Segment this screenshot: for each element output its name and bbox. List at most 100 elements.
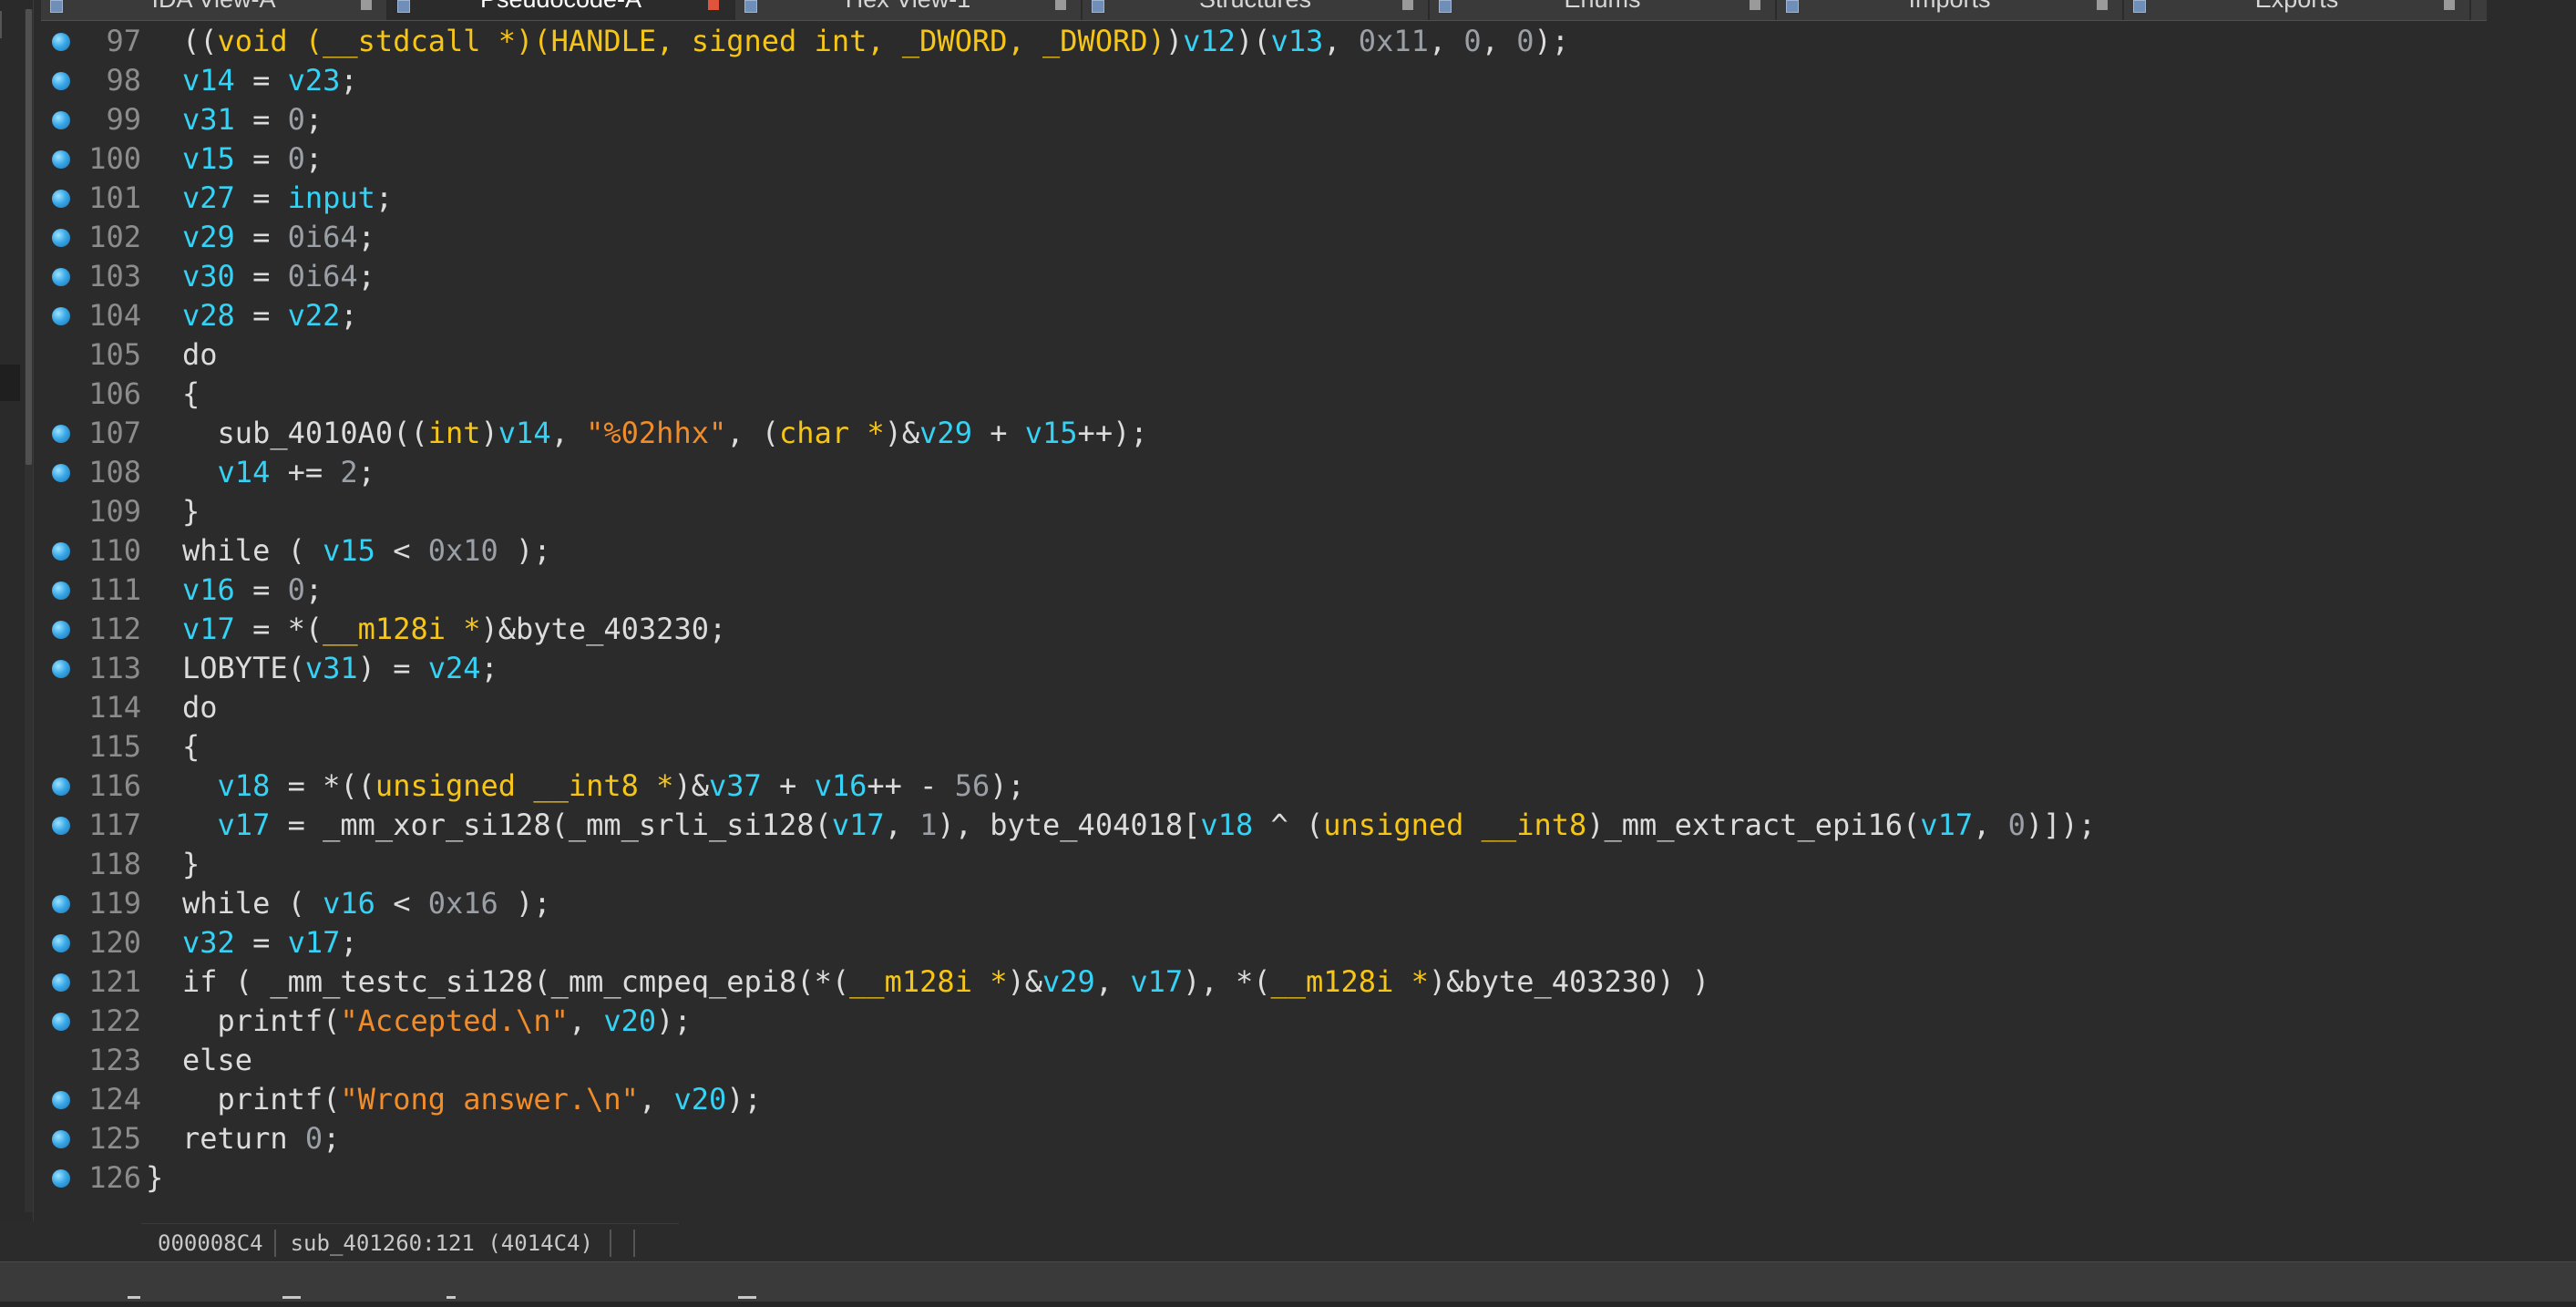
- code-line[interactable]: 117 v17 = _mm_xor_si128(_mm_srli_si128(v…: [41, 806, 2556, 845]
- code-line[interactable]: 122 printf("Accepted.\n", v20);: [41, 1002, 2556, 1041]
- tab-pseudocode-a[interactable]: Pseudocode-A: [388, 0, 735, 20]
- tab-close-icon[interactable]: [1402, 0, 1413, 10]
- tab-close-icon[interactable]: [2097, 0, 2108, 10]
- tab-close-icon[interactable]: [1055, 0, 1066, 10]
- line-code[interactable]: if ( _mm_testc_si128(_mm_cmpeq_epi8(*(__…: [182, 962, 1709, 1002]
- code-line[interactable]: 112 v17 = *(__m128i *)&byte_403230;: [41, 610, 2556, 649]
- breakpoint-dot-icon[interactable]: [52, 621, 70, 639]
- breakpoint-dot-icon[interactable]: [52, 1169, 70, 1188]
- code-line[interactable]: 107 sub_4010A0((int)v14, "%02hhx", (char…: [41, 414, 2556, 453]
- line-code[interactable]: v17 = _mm_xor_si128(_mm_srli_si128(v17, …: [182, 806, 2096, 845]
- line-code[interactable]: v14 += 2;: [182, 453, 375, 492]
- breakpoint-dot-icon[interactable]: [52, 1130, 70, 1148]
- line-code[interactable]: v15 = 0;: [182, 139, 323, 179]
- code-line[interactable]: 114 do: [41, 688, 2556, 727]
- tab-exports[interactable]: Exports: [2124, 0, 2471, 20]
- tab-close-icon[interactable]: [1750, 0, 1760, 10]
- line-code[interactable]: v31 = 0;: [182, 100, 323, 139]
- line-code[interactable]: v29 = 0i64;: [182, 218, 375, 257]
- code-line[interactable]: 124 printf("Wrong answer.\n", v20);: [41, 1080, 2556, 1119]
- code-line[interactable]: 101 v27 = input;: [41, 179, 2556, 218]
- breakpoint-dot-icon[interactable]: [52, 229, 70, 247]
- breakpoint-dot-icon[interactable]: [52, 777, 70, 796]
- tab-close-icon[interactable]: [361, 0, 372, 10]
- line-code[interactable]: {: [182, 375, 200, 414]
- code-line[interactable]: 108 v14 += 2;: [41, 453, 2556, 492]
- breakpoint-dot-icon[interactable]: [52, 268, 70, 286]
- line-code[interactable]: do: [182, 688, 218, 727]
- line-code[interactable]: v16 = 0;: [182, 571, 323, 610]
- breakpoint-dot-icon[interactable]: [52, 464, 70, 482]
- breakpoint-dot-icon[interactable]: [52, 190, 70, 208]
- breakpoint-dot-icon[interactable]: [52, 817, 70, 835]
- line-code[interactable]: }: [182, 845, 200, 884]
- code-line[interactable]: 111 v16 = 0;: [41, 571, 2556, 610]
- code-line[interactable]: 125 return 0;: [41, 1119, 2556, 1158]
- line-code[interactable]: else: [182, 1041, 252, 1080]
- line-code[interactable]: v17 = *(__m128i *)&byte_403230;: [182, 610, 726, 649]
- line-code[interactable]: }: [182, 492, 200, 531]
- breakpoint-dot-icon[interactable]: [52, 150, 70, 169]
- breakpoint-dot-icon[interactable]: [52, 1091, 70, 1109]
- line-code[interactable]: sub_4010A0((int)v14, "%02hhx", (char *)&…: [182, 414, 1148, 453]
- line-code[interactable]: v30 = 0i64;: [182, 257, 375, 296]
- tab-close-icon[interactable]: [708, 0, 719, 10]
- tab-ida-view-a[interactable]: IDA View-A: [41, 0, 388, 20]
- code-line[interactable]: 106 {: [41, 375, 2556, 414]
- line-code[interactable]: ((void (__stdcall *)(HANDLE, signed int,…: [182, 22, 1569, 61]
- line-code[interactable]: }: [146, 1158, 163, 1198]
- breakpoint-dot-icon[interactable]: [52, 425, 70, 443]
- line-code[interactable]: printf("Accepted.\n", v20);: [182, 1002, 692, 1041]
- breakpoint-dot-icon[interactable]: [52, 1013, 70, 1031]
- code-line[interactable]: 119 while ( v16 < 0x16 );: [41, 884, 2556, 923]
- tab-hex-view-1[interactable]: Hex View-1: [735, 0, 1083, 20]
- code-line[interactable]: 116 v18 = *((unsigned __int8 *)&v37 + v1…: [41, 767, 2556, 806]
- line-code[interactable]: printf("Wrong answer.\n", v20);: [182, 1080, 762, 1119]
- breakpoint-dot-icon[interactable]: [52, 660, 70, 678]
- breakpoint-dot-icon[interactable]: [52, 307, 70, 325]
- line-code[interactable]: v18 = *((unsigned __int8 *)&v37 + v16++ …: [182, 767, 1025, 806]
- pseudocode-view[interactable]: 97 ((void (__stdcall *)(HANDLE, signed in…: [41, 22, 2576, 1221]
- code-line[interactable]: 126}: [41, 1158, 2556, 1198]
- code-line[interactable]: 123 else: [41, 1041, 2556, 1080]
- code-line[interactable]: 100 v15 = 0;: [41, 139, 2556, 179]
- breakpoint-dot-icon[interactable]: [52, 111, 70, 129]
- code-line[interactable]: 104 v28 = v22;: [41, 296, 2556, 335]
- breakpoint-dot-icon[interactable]: [52, 72, 70, 90]
- tab-imports[interactable]: Imports: [1777, 0, 2124, 20]
- tab-structures[interactable]: Structures: [1083, 0, 1430, 20]
- code-line[interactable]: 102 v29 = 0i64;: [41, 218, 2556, 257]
- line-code[interactable]: v27 = input;: [182, 179, 393, 218]
- breakpoint-dot-icon[interactable]: [52, 934, 70, 952]
- line-code[interactable]: v32 = v17;: [182, 923, 358, 962]
- left-scrollbar-thumb[interactable]: [26, 9, 32, 465]
- panel-splitter-handle[interactable]: [0, 365, 20, 401]
- breakpoint-dot-icon[interactable]: [52, 895, 70, 913]
- line-code[interactable]: while ( v16 < 0x16 );: [182, 884, 551, 923]
- tab-close-icon[interactable]: [2444, 0, 2455, 10]
- code-line[interactable]: 109}: [41, 492, 2556, 531]
- line-code[interactable]: LOBYTE(v31) = v24;: [182, 649, 498, 688]
- code-line[interactable]: 113 LOBYTE(v31) = v24;: [41, 649, 2556, 688]
- breakpoint-dot-icon[interactable]: [52, 542, 70, 561]
- breakpoint-dot-icon[interactable]: [52, 581, 70, 600]
- code-line[interactable]: 115 {: [41, 727, 2556, 767]
- breakpoint-dot-icon[interactable]: [52, 33, 70, 51]
- code-line[interactable]: 103 v30 = 0i64;: [41, 257, 2556, 296]
- line-code[interactable]: return 0;: [182, 1119, 340, 1158]
- code-line[interactable]: 121 if ( _mm_testc_si128(_mm_cmpeq_epi8(*…: [41, 962, 2556, 1002]
- code-line[interactable]: 110 while ( v15 < 0x10 );: [41, 531, 2556, 571]
- line-code[interactable]: v14 = v23;: [182, 61, 358, 100]
- line-code[interactable]: while ( v15 < 0x10 );: [182, 531, 551, 571]
- code-line[interactable]: 98 v14 = v23;: [41, 61, 2556, 100]
- breakpoint-dot-icon[interactable]: [52, 973, 70, 992]
- tab-enums[interactable]: Enums: [1430, 0, 1777, 20]
- code-line[interactable]: 97 ((void (__stdcall *)(HANDLE, signed in…: [41, 22, 2556, 61]
- code-line[interactable]: 120 v32 = v17;: [41, 923, 2556, 962]
- code-line[interactable]: 118}: [41, 845, 2556, 884]
- code-line[interactable]: 105 do: [41, 335, 2556, 375]
- code-line[interactable]: 99 v31 = 0;: [41, 100, 2556, 139]
- line-code[interactable]: v28 = v22;: [182, 296, 358, 335]
- line-code[interactable]: do: [182, 335, 218, 375]
- line-code[interactable]: {: [182, 727, 200, 767]
